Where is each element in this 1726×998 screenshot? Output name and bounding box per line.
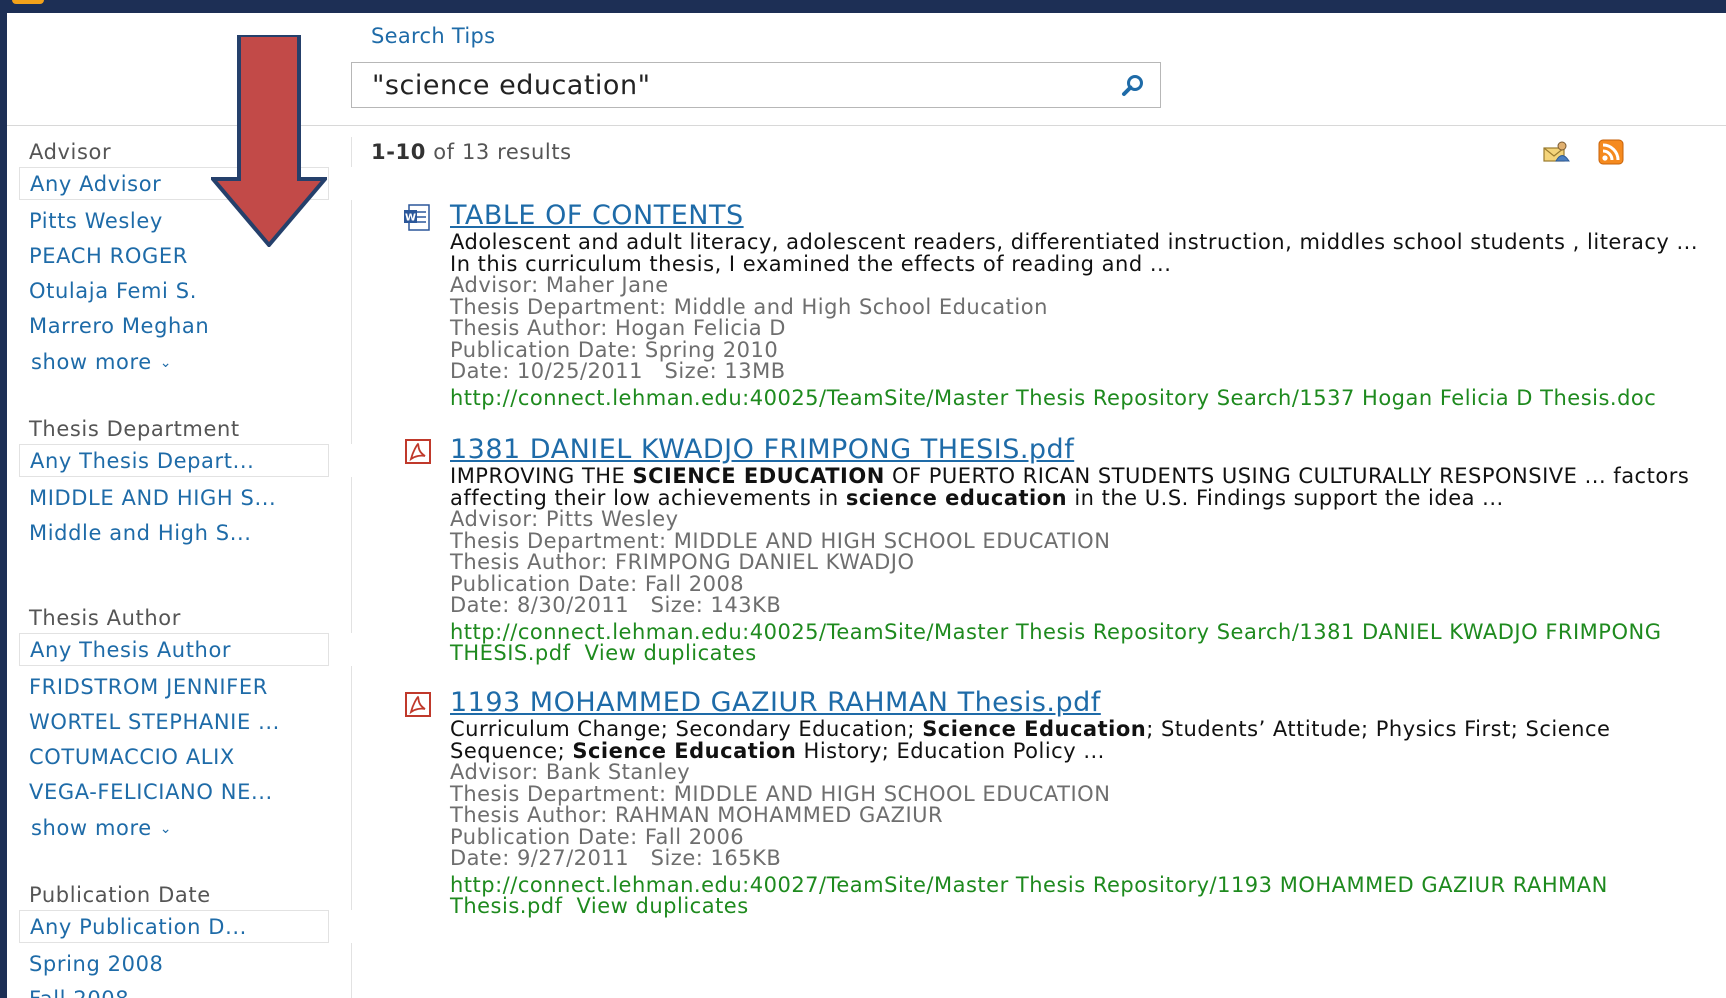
refiner-spacer <box>7 380 352 414</box>
refiner-item[interactable]: Middle and High S... <box>7 516 351 551</box>
summary-text: Adolescent and adult literacy, adolescen… <box>450 230 1699 276</box>
result-advisor: Advisor: Maher Jane <box>450 273 669 297</box>
svg-text:W: W <box>405 213 416 224</box>
result-department: Thesis Department: MIDDLE AND HIGH SCHOO… <box>450 781 1111 806</box>
highlighted-term: Science Education <box>572 738 797 763</box>
refiner-list: MIDDLE AND HIGH S... Middle and High S..… <box>7 477 352 551</box>
refiner-list: Spring 2008 Fall 2008 <box>7 943 352 998</box>
show-more-label: show more <box>31 816 152 840</box>
refiner-item[interactable]: COTUMACCIO ALIX <box>7 740 351 775</box>
refiner-item[interactable]: WORTEL STEPHANIE ... <box>7 705 351 740</box>
refiner-thesis-department: Thesis Department Any Thesis Depart... M… <box>7 414 352 551</box>
result-body: IMPROVING THE SCIENCE EDUCATION OF PUERT… <box>450 464 1700 665</box>
result-author: Thesis Author: FRIMPONG DANIEL KWADJO <box>450 550 915 574</box>
refiner-item[interactable]: VEGA-FELICIANO NE... <box>7 775 351 810</box>
refinement-panel: Advisor Any Advisor Pitts Wesley PEACH R… <box>7 137 352 998</box>
refiner-title: Thesis Department <box>7 414 352 444</box>
result-department: Thesis Department: MIDDLE AND HIGH SCHOO… <box>450 528 1111 553</box>
annotation-down-arrow-icon <box>211 35 327 247</box>
search-tips-link[interactable]: Search Tips <box>371 24 495 48</box>
result-advisor: Advisor: Bank Stanley <box>450 760 691 784</box>
result-body: Curriculum Change; Secondary Education; … <box>450 717 1700 918</box>
refiner-item[interactable]: Marrero Meghan <box>7 309 351 344</box>
refiner-publication-date: Publication Date Any Publication D... Sp… <box>7 880 352 998</box>
view-duplicates-link[interactable]: View duplicates <box>584 641 756 665</box>
result-advisor: Advisor: Pitts Wesley <box>450 507 679 531</box>
result-date-size: Date: 8/30/2011 Size: 143KB <box>450 593 782 617</box>
alert-me-icon[interactable] <box>1541 139 1571 165</box>
summary-text: IMPROVING THE <box>450 464 633 488</box>
result-url-text[interactable]: http://connect.lehman.edu:40025/TeamSite… <box>450 386 1656 410</box>
pdf-doc-icon <box>405 439 431 464</box>
result-publication-date: Publication Date: Fall 2006 <box>450 824 745 849</box>
summary-text: History; Education Policy ... <box>796 738 1105 763</box>
refiner-title: Publication Date <box>7 880 352 910</box>
result-title-link[interactable]: 1193 MOHAMMED GAZIUR RAHMAN Thesis.pdf <box>450 687 1101 718</box>
refiner-any-option[interactable]: Any Publication D... <box>19 910 329 943</box>
result-url[interactable]: http://connect.lehman.edu:40025/TeamSite… <box>450 386 1700 410</box>
result-author: Thesis Author: RAHMAN MOHAMMED GAZIUR <box>450 803 944 827</box>
search-results-page: Search Tips Advisor Any Advisor Pitts We… <box>7 13 1726 998</box>
refiner-any-option[interactable]: Any Thesis Depart... <box>19 444 329 477</box>
results-pane: 1-10 of 13 results W TABLE OF CONTENTS A… <box>371 137 1711 997</box>
refiner-title: Thesis Author <box>7 603 352 633</box>
word-doc-icon: W <box>404 204 430 231</box>
search-input[interactable] <box>372 69 1092 101</box>
refiner-any-option[interactable]: Any Thesis Author <box>19 633 329 666</box>
refiner-thesis-author: Thesis Author Any Thesis Author FRIDSTRO… <box>7 603 352 846</box>
result-url: http://connect.lehman.edu:40025/TeamSite… <box>450 621 1700 665</box>
result-total: of 13 results <box>425 140 572 164</box>
refiner-spacer <box>7 551 352 603</box>
result-title-link[interactable]: 1381 DANIEL KWADJO FRIMPONG THESIS.pdf <box>450 434 1074 465</box>
result-summary: Adolescent and adult literacy, adolescen… <box>450 230 1700 276</box>
result-tools <box>1541 139 1646 165</box>
result-date-size: Date: 9/27/2011 Size: 165KB <box>450 846 782 870</box>
result-count: 1-10 of 13 results <box>371 137 1711 167</box>
chevron-down-icon: ⌄ <box>159 821 173 837</box>
refiner-item[interactable]: Fall 2008 <box>7 982 351 998</box>
app-logo-fragment <box>12 0 44 4</box>
result-publication-date: Publication Date: Spring 2010 <box>450 337 779 362</box>
summary-text: in the U.S. Findings support the idea ..… <box>1067 485 1504 510</box>
result-publication-date: Publication Date: Fall 2008 <box>450 571 745 596</box>
result-title-link[interactable]: TABLE OF CONTENTS <box>450 200 744 231</box>
highlighted-term: science education <box>845 485 1068 510</box>
result-author: Thesis Author: Hogan Felicia D <box>450 316 786 340</box>
result-summary: IMPROVING THE SCIENCE EDUCATION OF PUERT… <box>450 464 1700 510</box>
show-more-link[interactable]: show more ⌄ <box>7 344 351 380</box>
result-url: http://connect.lehman.edu:40027/TeamSite… <box>450 874 1700 918</box>
refiner-item[interactable]: FRIDSTROM JENNIFER <box>7 670 351 705</box>
refiner-list: FRIDSTROM JENNIFER WORTEL STEPHANIE ... … <box>7 666 352 846</box>
refiner-item[interactable]: MIDDLE AND HIGH S... <box>7 481 351 516</box>
result-body: Adolescent and adult literacy, adolescen… <box>450 230 1700 410</box>
rss-icon[interactable] <box>1596 139 1626 165</box>
summary-text: Curriculum Change; Secondary Education; <box>450 717 923 741</box>
search-box <box>351 62 1161 108</box>
refiner-item[interactable]: Spring 2008 <box>7 947 351 982</box>
pdf-doc-icon <box>405 692 431 717</box>
refiner-item[interactable]: Otulaja Femi S. <box>7 274 351 309</box>
result-range: 1-10 <box>371 140 426 164</box>
highlighted-term: Science Education <box>922 717 1147 741</box>
search-icon[interactable] <box>1120 73 1146 99</box>
show-more-link[interactable]: show more ⌄ <box>7 810 351 846</box>
result-summary: Curriculum Change; Secondary Education; … <box>450 717 1700 763</box>
window-top-strip <box>0 0 1726 13</box>
highlighted-term: SCIENCE EDUCATION <box>632 464 885 488</box>
result-department: Thesis Department: Middle and High Schoo… <box>450 294 1048 319</box>
view-duplicates-link[interactable]: View duplicates <box>577 894 749 918</box>
result-date-size: Date: 10/25/2011 Size: 13MB <box>450 359 786 383</box>
show-more-label: show more <box>31 350 152 374</box>
refiner-spacer <box>7 846 352 880</box>
chevron-down-icon: ⌄ <box>159 355 173 371</box>
